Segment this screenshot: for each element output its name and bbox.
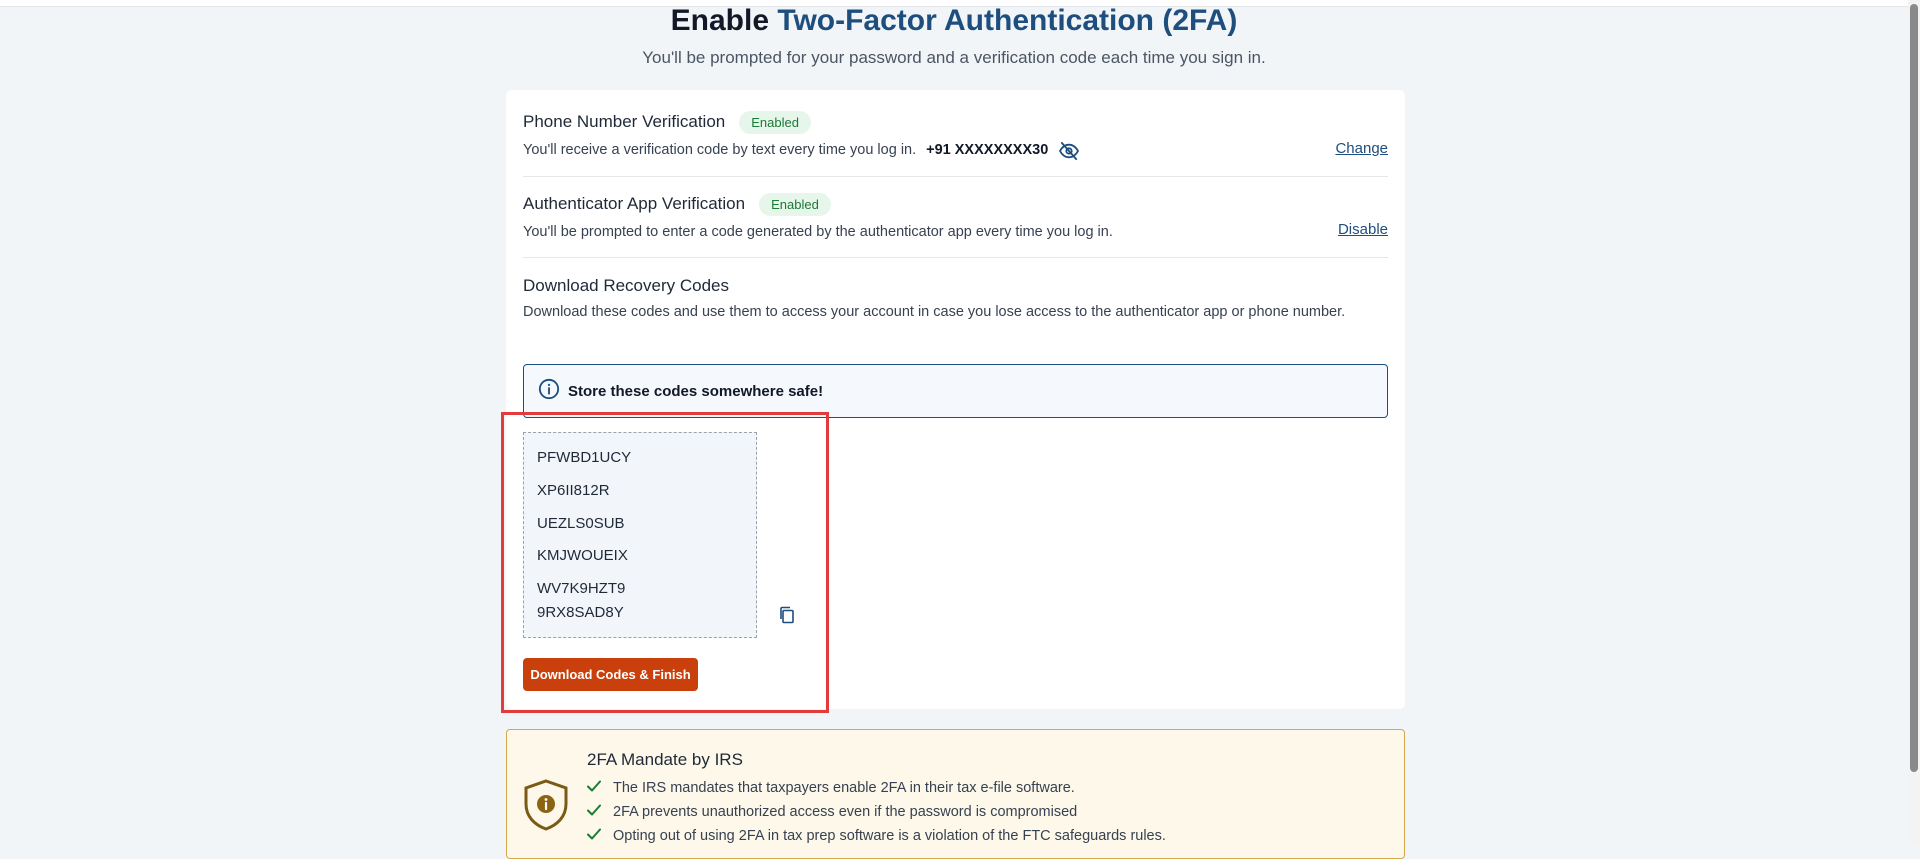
phone-number: +91 XXXXXXXX30 [926, 142, 1049, 158]
mandate-item-text: The IRS mandates that taxpayers enable 2… [613, 780, 1075, 796]
title-prefix: Enable [670, 4, 770, 37]
info-icon [538, 378, 560, 404]
phone-verification-description: You'll receive a verification code by te… [523, 142, 917, 158]
divider [523, 176, 1388, 177]
scrollbar-thumb[interactable] [1910, 4, 1918, 772]
copy-icon[interactable] [779, 606, 795, 629]
page-subtitle: You'll be prompted for your password and… [642, 48, 1266, 67]
mandate-list-item: 2FA prevents unauthorized access even if… [587, 804, 1077, 820]
divider [523, 257, 1388, 258]
recovery-code: KMJWOUEIX [537, 547, 628, 564]
irs-mandate-box: 2FA Mandate by IRS The IRS mandates that… [506, 729, 1405, 859]
phone-verification-title: Phone Number Verification [523, 112, 726, 131]
alert-text: Store these codes somewhere safe! [568, 382, 824, 400]
download-codes-button[interactable]: Download Codes & Finish [523, 658, 698, 691]
title-accent: Two-Factor Authentication (2FA) [777, 4, 1238, 37]
mandate-title: 2FA Mandate by IRS [587, 750, 743, 769]
disable-authenticator-link[interactable]: Disable [1338, 221, 1388, 238]
authenticator-status-badge: Enabled [759, 192, 831, 216]
authenticator-section: Authenticator App Verification Enabled Y… [523, 190, 1388, 244]
shield-info-icon [522, 778, 570, 837]
authenticator-title: Authenticator App Verification [523, 194, 746, 213]
store-codes-alert: Store these codes somewhere safe! [523, 364, 1388, 418]
authenticator-description: You'll be prompted to enter a code gener… [523, 224, 1113, 240]
recovery-code: XP6II812R [537, 482, 610, 499]
mandate-item-text: 2FA prevents unauthorized access even if… [613, 804, 1078, 820]
recovery-title: Download Recovery Codes [523, 276, 729, 295]
recovery-code: WV7K9HZT9 [537, 580, 626, 597]
recovery-description: Download these codes and use them to acc… [523, 304, 1346, 320]
phone-verification-section: Phone Number Verification Enabled You'll… [523, 108, 1388, 162]
check-icon [587, 780, 601, 796]
recovery-code: 9RX8SAD8Y [537, 604, 624, 621]
recovery-code: UEZLS0SUB [537, 515, 625, 532]
settings-card: Phone Number Verification Enabled You'll… [506, 90, 1405, 709]
scrollbar-track[interactable] [1908, 0, 1920, 845]
recovery-section: Download Recovery Codes Download these c… [523, 272, 1388, 324]
change-phone-link[interactable]: Change [1335, 140, 1388, 157]
recovery-codes-box: PFWBD1UCY XP6II812R UEZLS0SUB KMJWOUEIX … [523, 432, 794, 638]
page-title: Enable Two-Factor Authentication (2FA) [0, 4, 1908, 38]
recovery-code: PFWBD1UCY [537, 449, 632, 466]
eye-off-icon[interactable] [1058, 141, 1080, 160]
phone-status-badge: Enabled [739, 110, 811, 134]
check-icon [587, 828, 601, 844]
mandate-item-text: Opting out of using 2FA in tax prep soft… [613, 828, 1166, 844]
mandate-list-item: Opting out of using 2FA in tax prep soft… [587, 828, 1166, 844]
mandate-list-item: The IRS mandates that taxpayers enable 2… [587, 780, 1075, 796]
check-icon [587, 804, 601, 820]
